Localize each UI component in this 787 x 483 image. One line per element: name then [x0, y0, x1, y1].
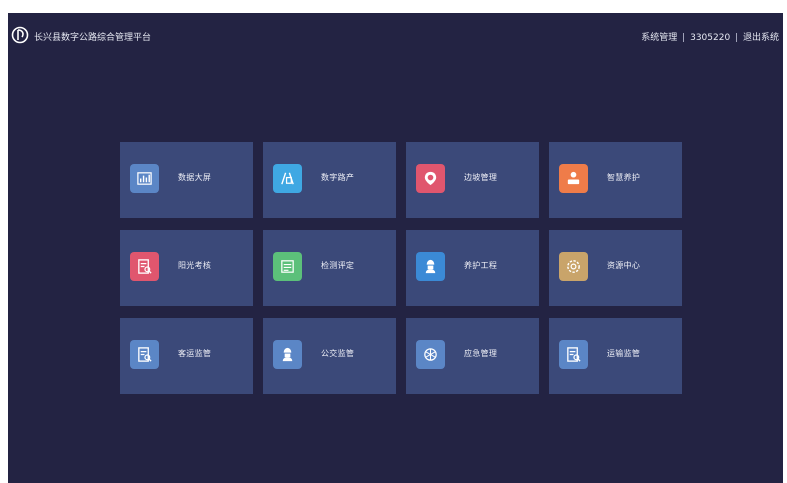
emergency-icon [416, 340, 445, 369]
engineer-icon [273, 340, 302, 369]
module-tile-slope-management[interactable]: 边坡管理 [406, 142, 539, 218]
maintenance-worker-icon [559, 164, 588, 193]
module-tile-transport-supervision[interactable]: 运输监管 [549, 318, 682, 394]
module-label: 数字路产 [321, 173, 355, 182]
resource-gear-icon [559, 252, 588, 281]
document-search-icon [130, 252, 159, 281]
module-label: 资源中心 [607, 261, 641, 270]
top-bar: 长兴县数字公路综合管理平台 系统管理 | 3305220 | 退出系统 [8, 13, 783, 55]
module-label: 阳光考核 [178, 261, 212, 270]
nav-separator: | [735, 33, 739, 43]
module-label: 应急管理 [464, 349, 498, 358]
module-label: 边坡管理 [464, 173, 498, 182]
module-tile-emergency-management[interactable]: 应急管理 [406, 318, 539, 394]
logout-link[interactable]: 退出系统 [743, 33, 779, 43]
module-grid: 数据大屏 数字路产 边坡管理 智慧养护 阳光考核 检测评定 养护工程 资源中心 … [120, 142, 682, 394]
module-label: 检测评定 [321, 261, 355, 270]
module-tile-sunshine-assessment[interactable]: 阳光考核 [120, 230, 253, 306]
engineer-icon [416, 252, 445, 281]
document-search-icon [559, 340, 588, 369]
top-nav: 系统管理 | 3305220 | 退出系统 [641, 30, 779, 43]
slope-badge-icon [416, 164, 445, 193]
road-asset-icon [273, 164, 302, 193]
module-tile-smart-maintenance[interactable]: 智慧养护 [549, 142, 682, 218]
module-tile-maintenance-engineering[interactable]: 养护工程 [406, 230, 539, 306]
platform-logo-icon [11, 26, 29, 44]
module-tile-road-assets[interactable]: 数字路产 [263, 142, 396, 218]
user-id[interactable]: 3305220 [690, 33, 730, 43]
module-label: 运输监管 [607, 349, 641, 358]
module-tile-data-screen[interactable]: 数据大屏 [120, 142, 253, 218]
module-tile-passenger-supervision[interactable]: 客运监管 [120, 318, 253, 394]
module-label: 数据大屏 [178, 173, 212, 182]
module-tile-bus-supervision[interactable]: 公交监管 [263, 318, 396, 394]
module-label: 客运监管 [178, 349, 212, 358]
nav-separator: | [682, 33, 686, 43]
document-search-icon [130, 340, 159, 369]
module-tile-inspection-evaluation[interactable]: 检测评定 [263, 230, 396, 306]
app-window: 长兴县数字公路综合管理平台 系统管理 | 3305220 | 退出系统 数据大屏… [8, 13, 783, 483]
module-tile-resource-center[interactable]: 资源中心 [549, 230, 682, 306]
app-title: 长兴县数字公路综合管理平台 [34, 33, 152, 43]
module-label: 公交监管 [321, 349, 355, 358]
module-label: 智慧养护 [607, 173, 641, 182]
chart-board-icon [130, 164, 159, 193]
inspection-doc-icon [273, 252, 302, 281]
system-admin-link[interactable]: 系统管理 [641, 33, 677, 43]
module-label: 养护工程 [464, 261, 498, 270]
